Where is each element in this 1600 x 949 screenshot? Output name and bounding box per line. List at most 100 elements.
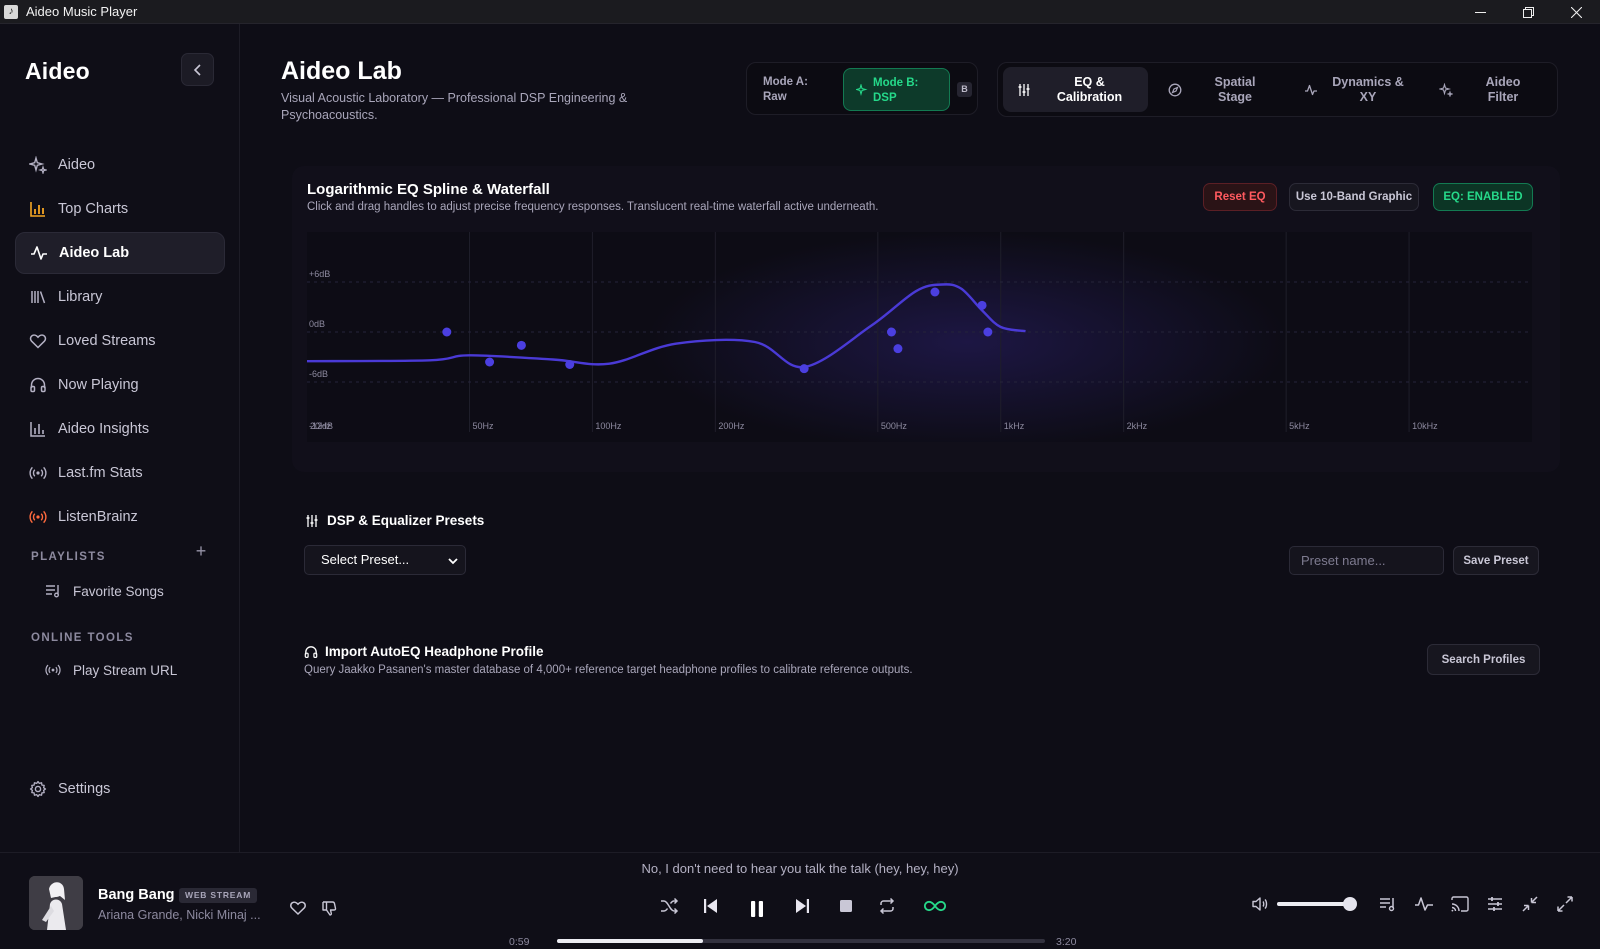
- eq-handle[interactable]: [886, 327, 896, 337]
- mode-b-button[interactable]: Mode B: DSP: [843, 68, 950, 111]
- tool-item-play-stream-url[interactable]: Play Stream URL: [45, 662, 177, 678]
- y-tick-label: -6dB: [309, 369, 328, 379]
- track-artist[interactable]: Ariana Grande, Nicki Minaj ...: [98, 908, 261, 922]
- x-tick-label: 50Hz: [472, 421, 494, 431]
- online-tools-heading: ONLINE TOOLS: [31, 632, 134, 644]
- track-title[interactable]: Bang Bang: [98, 887, 175, 903]
- sidebar-item-label: Now Playing: [58, 377, 139, 393]
- minimize-button[interactable]: [1456, 0, 1504, 24]
- cast-icon[interactable]: [1450, 894, 1470, 914]
- stop-button[interactable]: [835, 895, 857, 917]
- next-button[interactable]: [791, 895, 813, 917]
- eq-handle[interactable]: [442, 327, 452, 337]
- sliders-icon: [306, 514, 318, 527]
- sidebar-item-label: Library: [58, 289, 103, 305]
- mode-a-button[interactable]: Mode A: Raw: [763, 75, 808, 105]
- sidebar-item-settings[interactable]: Settings: [29, 780, 110, 798]
- dislike-button[interactable]: [320, 899, 338, 917]
- volume-knob[interactable]: [1342, 897, 1357, 911]
- autoeq-title: Import AutoEQ Headphone Profile: [325, 644, 544, 659]
- x-tick-label: 20Hz: [310, 421, 332, 431]
- heart-icon: [29, 334, 47, 349]
- volume-slider[interactable]: [1277, 897, 1357, 911]
- tab-spatial-stage[interactable]: Spatial Stage: [1158, 67, 1288, 112]
- sidebar-item-now-playing[interactable]: Now Playing: [15, 364, 225, 406]
- skip-back-icon: [704, 899, 717, 913]
- compass-icon: [1168, 83, 1182, 96]
- tab-aideo-filter[interactable]: Aideo Filter: [1433, 67, 1553, 112]
- web-stream-badge: WEB STREAM: [179, 888, 258, 903]
- tab-eq-calibration[interactable]: EQ & Calibration: [1003, 67, 1148, 112]
- preset-name-input[interactable]: Preset name...: [1289, 546, 1444, 575]
- playlist-item-favorite-songs[interactable]: Favorite Songs: [45, 583, 164, 599]
- eq-handle[interactable]: [565, 360, 575, 369]
- sidebar-item-label: Last.fm Stats: [58, 465, 143, 481]
- brand-logo: Aideo: [25, 58, 90, 84]
- pulse-icon: [1305, 84, 1317, 95]
- album-cover[interactable]: [29, 876, 83, 930]
- sidebar-item-aideo-lab[interactable]: Aideo Lab: [15, 232, 225, 274]
- sidebar-item-top-charts[interactable]: Top Charts: [15, 188, 225, 230]
- eq-handle[interactable]: [516, 340, 526, 350]
- reset-eq-button[interactable]: Reset EQ: [1203, 183, 1277, 211]
- preset-select[interactable]: Select Preset...: [304, 545, 466, 575]
- bar-chart-icon: [30, 422, 45, 437]
- repeat-icon: [879, 897, 895, 915]
- eq-handle[interactable]: [799, 364, 809, 374]
- eq-handle[interactable]: [893, 344, 903, 354]
- eq-spline-graph[interactable]: +6dB0dB-6dB-12dB 20Hz 50Hz 100Hz 200Hz 500Hz…: [307, 232, 1532, 442]
- sidebar-item-aideo-insights[interactable]: Aideo Insights: [15, 408, 225, 450]
- x-tick-label: 5kHz: [1289, 421, 1310, 431]
- y-tick-label: +6dB: [309, 269, 330, 279]
- add-playlist-button[interactable]: +: [193, 542, 209, 560]
- eq-subtitle: Click and drag handles to adjust precise…: [307, 201, 879, 213]
- repeat-button[interactable]: [876, 895, 898, 917]
- broadcast-icon: [29, 510, 47, 524]
- sidebar-item-lastfm-stats[interactable]: Last.fm Stats: [15, 452, 225, 494]
- sidebar-item-label: Aideo: [58, 157, 96, 173]
- pause-icon: [751, 901, 763, 917]
- x-tick-label: 10kHz: [1412, 421, 1438, 431]
- sidebar-item-listenbrainz[interactable]: ListenBrainz: [15, 496, 225, 538]
- elapsed-time: 0:59: [509, 936, 530, 948]
- eq-handle[interactable]: [983, 327, 993, 337]
- infinity-icon: [923, 900, 947, 912]
- love-button[interactable]: [289, 899, 307, 917]
- x-tick-label: 200Hz: [718, 421, 745, 431]
- previous-button[interactable]: [700, 895, 722, 917]
- search-profiles-button[interactable]: Search Profiles: [1427, 644, 1540, 675]
- shuffle-button[interactable]: [658, 895, 680, 917]
- playlist-label: Favorite Songs: [73, 583, 164, 599]
- tab-dynamics-xy[interactable]: Dynamics & XY: [1298, 67, 1418, 112]
- stop-icon: [840, 900, 852, 912]
- settings-label: Settings: [58, 781, 111, 797]
- pause-button[interactable]: [746, 898, 768, 920]
- cover-art: [29, 876, 83, 930]
- lab-tabs: EQ & Calibration Spatial Stage Dynamics …: [997, 62, 1558, 117]
- eq-handle[interactable]: [930, 287, 940, 297]
- chevron-left-icon: [193, 63, 201, 76]
- eq-enabled-toggle[interactable]: EQ: ENABLED: [1433, 183, 1533, 211]
- mini-player-icon[interactable]: [1520, 894, 1540, 914]
- save-preset-button[interactable]: Save Preset: [1453, 546, 1539, 575]
- sparkle-icon: [1439, 82, 1453, 97]
- collapse-sidebar-button[interactable]: [181, 53, 214, 86]
- sidebar-item-label: Aideo Lab: [59, 245, 130, 261]
- eq-handle[interactable]: [485, 357, 495, 367]
- close-button[interactable]: [1552, 0, 1600, 24]
- y-tick-label: 0dB: [309, 319, 325, 329]
- use-10-band-graphic-button[interactable]: Use 10-Band Graphic: [1289, 183, 1419, 211]
- queue-icon[interactable]: [1378, 894, 1398, 914]
- pulse-icon[interactable]: [1414, 894, 1434, 914]
- fullscreen-icon[interactable]: [1555, 894, 1575, 914]
- restore-button[interactable]: [1504, 0, 1552, 24]
- equalizer-icon[interactable]: [1485, 894, 1505, 914]
- sidebar-item-library[interactable]: Library: [15, 276, 225, 318]
- skip-forward-icon: [796, 899, 809, 913]
- seek-bar[interactable]: [557, 939, 1045, 943]
- sidebar-item-aideo[interactable]: Aideo: [15, 144, 225, 186]
- infinite-radio-button[interactable]: [922, 895, 948, 917]
- volume-icon[interactable]: [1250, 894, 1270, 914]
- eq-handle[interactable]: [977, 300, 987, 310]
- sidebar-item-loved-streams[interactable]: Loved Streams: [15, 320, 225, 362]
